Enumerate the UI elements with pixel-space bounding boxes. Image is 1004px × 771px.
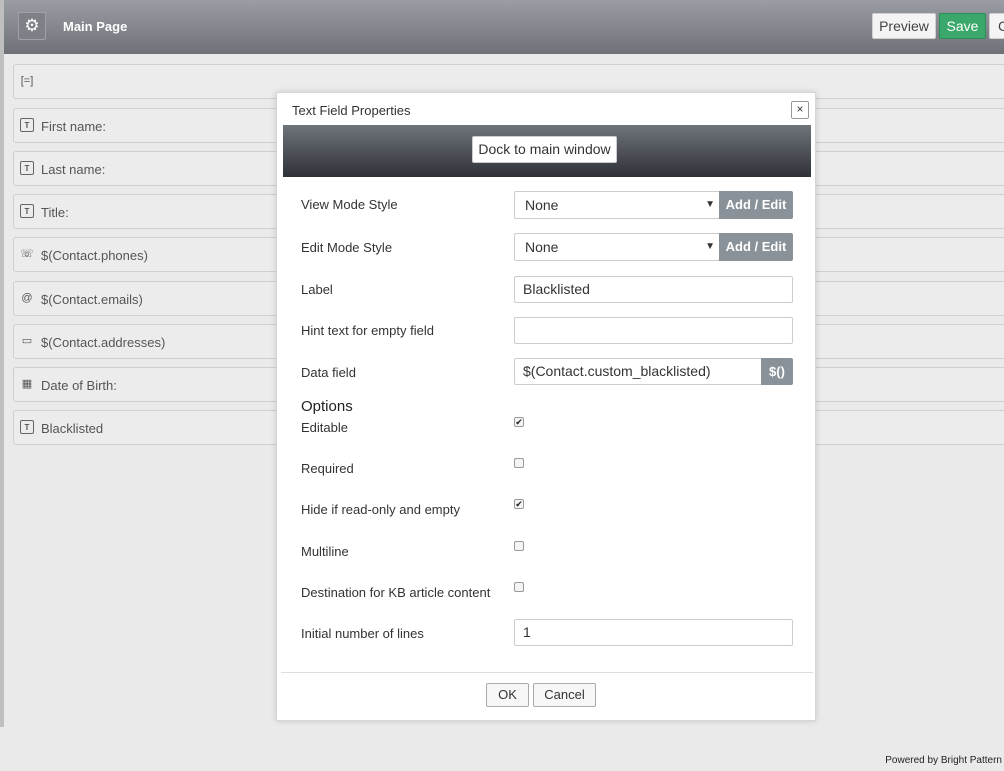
powered-by-text: Powered by Bright Pattern (885, 755, 1002, 766)
dock-to-main-window-button[interactable]: Dock to main window (472, 136, 617, 163)
canvas-row-label: $(Contact.addresses) (41, 335, 166, 350)
label-field-label: Label (301, 282, 333, 297)
canvas-row-label: Blacklisted (41, 421, 104, 436)
hint-text-label: Hint text for empty field (301, 323, 434, 338)
option-multiline-label: Multiline (301, 544, 349, 559)
preview-button[interactable]: Preview (872, 13, 936, 39)
edit-mode-add-edit-button[interactable]: Add / Edit (719, 233, 793, 261)
edit-mode-style-label: Edit Mode Style (301, 240, 393, 255)
chevron-down-icon: ▼ (705, 199, 715, 210)
canvas-row-label: $(Contact.phones) (41, 248, 148, 263)
calendar-icon: ▦ (21, 378, 33, 390)
page-title: Main Page (63, 19, 128, 34)
text-field-icon: T (20, 161, 34, 175)
option-kb-destination-label: Destination for KB article content (301, 585, 491, 600)
canvas-row-label: Title: (41, 205, 69, 220)
required-checkbox[interactable] (514, 458, 524, 468)
data-field-label: Data field (301, 365, 356, 380)
close-button[interactable]: C (989, 13, 1004, 39)
ok-button[interactable]: OK (486, 683, 529, 707)
dialog-footer-divider (281, 672, 813, 673)
option-required-label: Required (301, 461, 354, 476)
top-toolbar: ⚙ Main Page Preview Save C (4, 0, 1004, 54)
left-edge (0, 0, 4, 727)
view-mode-style-value: None (525, 197, 559, 213)
text-field-icon: T (20, 118, 34, 132)
gear-icon[interactable]: ⚙ (18, 12, 46, 40)
canvas-row-label: Last name: (41, 162, 106, 177)
canvas-row-label: Date of Birth: (41, 378, 117, 393)
edit-mode-style-select[interactable]: None ▼ (514, 233, 720, 261)
text-field-icon: T (20, 420, 34, 434)
address-icon: ▭ (21, 335, 33, 347)
view-mode-style-label: View Mode Style (301, 197, 398, 212)
option-hide-if-empty-label: Hide if read-only and empty (301, 502, 460, 517)
close-icon[interactable]: × (791, 101, 809, 119)
editable-checkbox[interactable]: ✔ (514, 417, 524, 427)
canvas-row-label: First name: (41, 119, 107, 134)
chevron-down-icon: ▼ (705, 241, 715, 252)
dialog-band: Dock to main window (283, 125, 811, 177)
kb-destination-checkbox[interactable] (514, 582, 524, 592)
options-heading: Options (301, 398, 353, 415)
phone-icon: ☏ (20, 248, 34, 260)
hide-if-empty-checkbox[interactable]: ✔ (514, 499, 524, 509)
label-input[interactable]: Blacklisted (514, 276, 793, 303)
save-button[interactable]: Save (939, 13, 986, 39)
data-field-input[interactable]: $(Contact.custom_blacklisted) (514, 358, 762, 385)
container-icon: [=] (20, 75, 34, 87)
cancel-button[interactable]: Cancel (533, 683, 596, 707)
view-mode-add-edit-button[interactable]: Add / Edit (719, 191, 793, 219)
edit-mode-style-value: None (525, 239, 559, 255)
initial-lines-input[interactable]: 1 (514, 619, 793, 646)
initial-lines-label: Initial number of lines (301, 626, 424, 641)
email-icon: @ (21, 292, 33, 304)
view-mode-style-select[interactable]: None ▼ (514, 191, 720, 219)
option-editable-label: Editable (301, 420, 348, 435)
hint-text-input[interactable] (514, 317, 793, 344)
multiline-checkbox[interactable] (514, 541, 524, 551)
text-field-icon: T (20, 204, 34, 218)
text-field-properties-dialog: Text Field Properties × Dock to main win… (276, 92, 816, 721)
data-field-picker-button[interactable]: $() (761, 358, 793, 385)
dialog-title: Text Field Properties (292, 103, 411, 118)
canvas-row-label: $(Contact.emails) (41, 292, 143, 307)
